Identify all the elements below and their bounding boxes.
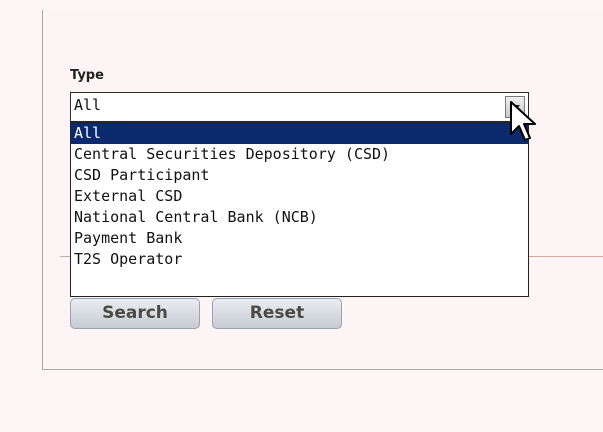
option-t2s-operator[interactable]: T2S Operator: [71, 249, 528, 270]
reset-button[interactable]: Reset: [212, 298, 342, 329]
type-select-value: All: [74, 96, 102, 114]
type-select[interactable]: All: [70, 92, 529, 122]
mouse-pointer-icon: [510, 101, 536, 141]
page: Type All All Central Securities Deposito…: [0, 0, 603, 432]
type-dropdown-list[interactable]: All Central Securities Depository (CSD) …: [70, 122, 529, 297]
option-csd-participant[interactable]: CSD Participant: [71, 165, 528, 186]
option-csd[interactable]: Central Securities Depository (CSD): [71, 144, 528, 165]
type-label: Type: [70, 68, 104, 83]
search-button[interactable]: Search: [70, 298, 200, 329]
option-ncb[interactable]: National Central Bank (NCB): [71, 207, 528, 228]
option-external-csd[interactable]: External CSD: [71, 186, 528, 207]
option-all[interactable]: All: [71, 123, 528, 144]
option-payment-bank[interactable]: Payment Bank: [71, 228, 528, 249]
